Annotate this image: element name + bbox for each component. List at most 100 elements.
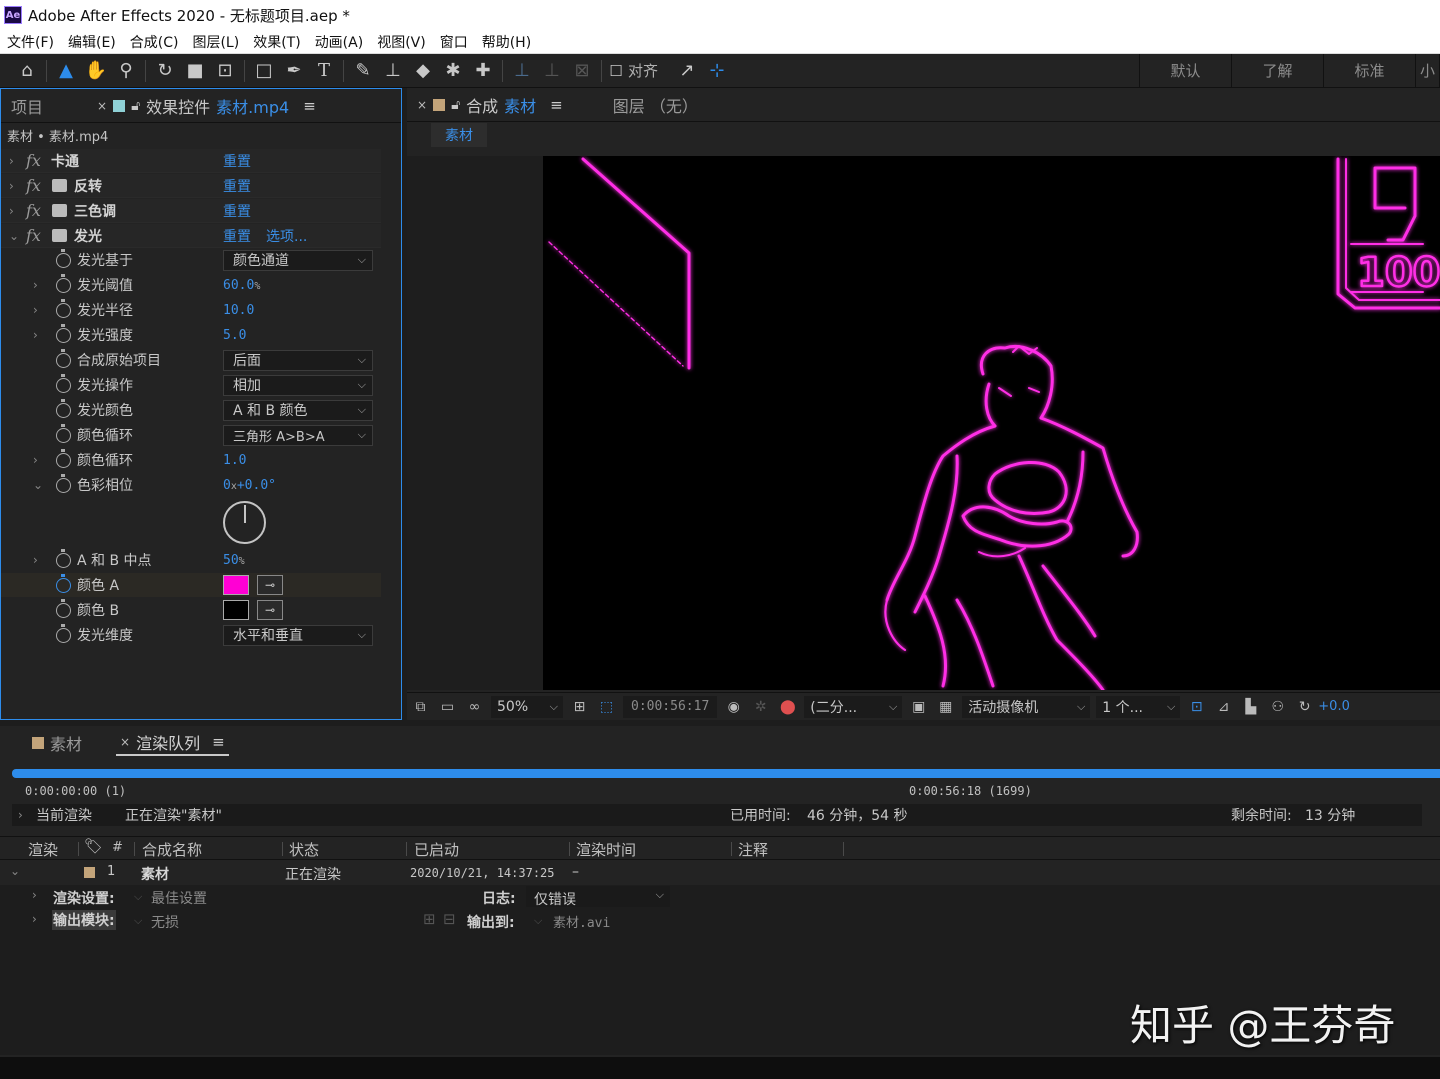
eyedropper-icon[interactable]: ⊸ bbox=[257, 575, 283, 595]
lock-icon[interactable]: 🔓︎ bbox=[451, 97, 460, 113]
chevron-down-icon[interactable]: ⌵ bbox=[534, 914, 542, 928]
rectangle-tool-icon[interactable]: □ bbox=[249, 56, 279, 86]
glow-intensity-value[interactable]: 5.0 bbox=[223, 328, 246, 343]
show-snapshot-icon[interactable]: ✲ bbox=[747, 699, 774, 715]
color-b-swatch[interactable] bbox=[223, 600, 249, 620]
type-tool-icon[interactable]: T bbox=[309, 56, 339, 86]
tab-layer[interactable]: 图层 （无） bbox=[603, 88, 708, 121]
reset-link[interactable]: 重置 bbox=[223, 151, 251, 171]
clone-stamp-tool-icon[interactable]: ⊥ bbox=[378, 56, 408, 86]
chevron-right-icon[interactable]: › bbox=[9, 154, 14, 168]
view-axis-icon[interactable]: ⊠ bbox=[567, 56, 597, 86]
stopwatch-icon[interactable] bbox=[56, 348, 71, 368]
panel-menu-icon[interactable]: ≡ bbox=[303, 97, 316, 115]
views-dropdown[interactable]: 1 个... ⌵ bbox=[1096, 695, 1181, 718]
tab-render-queue[interactable]: × 渲染队列 ≡ bbox=[116, 730, 229, 756]
fx-icon[interactable]: fx bbox=[26, 176, 41, 195]
menu-help[interactable]: 帮助(H) bbox=[475, 32, 538, 52]
chevron-right-icon[interactable]: › bbox=[33, 303, 38, 317]
align-checkbox-icon[interactable]: ☐ bbox=[606, 56, 626, 86]
comp-viewer[interactable]: 100 bbox=[407, 156, 1440, 690]
panel-menu-icon[interactable]: ≡ bbox=[550, 96, 563, 114]
tab-project[interactable]: 项目 bbox=[1, 89, 53, 122]
options-link[interactable]: 选项... bbox=[266, 226, 307, 246]
channel-icon[interactable]: ⬤ bbox=[774, 699, 801, 715]
chevron-down-icon[interactable]: ⌄ bbox=[10, 864, 20, 878]
glow-based-on-dropdown[interactable]: 颜色通道 ⌵ bbox=[223, 249, 373, 271]
timeline-icon[interactable]: ▙ bbox=[1237, 699, 1264, 715]
menu-edit[interactable]: 编辑(E) bbox=[61, 32, 123, 52]
snapshot-icon[interactable]: ◉ bbox=[720, 699, 747, 715]
zoom-dropdown[interactable]: 50% ⌵ bbox=[491, 695, 563, 718]
color-a-swatch[interactable] bbox=[223, 575, 249, 595]
workspace-default[interactable]: 默认 bbox=[1140, 54, 1232, 87]
chevron-right-icon[interactable]: › bbox=[32, 912, 37, 926]
puppet-pin-tool-icon[interactable]: ✚ bbox=[468, 56, 498, 86]
column-number[interactable]: # bbox=[112, 840, 123, 855]
color-looping-dropdown[interactable]: 三角形 A>B>A ⌵ bbox=[223, 424, 373, 446]
camera-tool-icon[interactable]: ■ bbox=[180, 56, 210, 86]
chevron-down-icon[interactable]: ⌄ bbox=[33, 478, 43, 492]
fx-icon[interactable]: fx bbox=[26, 201, 41, 220]
home-icon[interactable]: ⌂ bbox=[12, 56, 42, 86]
menu-layer[interactable]: 图层(L) bbox=[185, 32, 246, 52]
eyedropper-icon[interactable]: ⊸ bbox=[257, 600, 283, 620]
menu-window[interactable]: 窗口 bbox=[433, 32, 475, 52]
glow-dimensions-dropdown[interactable]: 水平和垂直 ⌵ bbox=[223, 624, 373, 646]
menu-view[interactable]: 视图(V) bbox=[370, 32, 433, 52]
output-to-value[interactable]: 素材.avi bbox=[553, 912, 610, 931]
close-icon[interactable]: × bbox=[120, 735, 130, 749]
chevron-right-icon[interactable]: › bbox=[9, 204, 14, 218]
reset-link[interactable]: 重置 bbox=[223, 226, 251, 246]
stopwatch-icon[interactable] bbox=[56, 423, 71, 443]
glow-threshold-value[interactable]: 60.0% bbox=[223, 278, 260, 293]
snapping-options-icon[interactable]: ⊹ bbox=[702, 56, 732, 86]
tab-comp-timeline[interactable]: 素材 bbox=[22, 726, 92, 760]
rotate-tool-icon[interactable]: ↻ bbox=[150, 56, 180, 86]
glow-colors-dropdown[interactable]: A 和 B 颜色 ⌵ bbox=[223, 399, 373, 421]
ab-midpoint-value[interactable]: 50% bbox=[223, 553, 245, 568]
effect-row-invert[interactable]: › fx 反转 重置 bbox=[1, 174, 381, 198]
stopwatch-icon[interactable] bbox=[56, 323, 71, 343]
roto-brush-tool-icon[interactable]: ✱ bbox=[438, 56, 468, 86]
always-preview-icon[interactable]: ⧉ bbox=[407, 699, 434, 715]
close-icon[interactable]: × bbox=[417, 98, 427, 112]
column-comment[interactable]: 注释 bbox=[738, 839, 768, 860]
stopwatch-icon[interactable] bbox=[56, 448, 71, 468]
checkerboard-icon[interactable]: ▦ bbox=[932, 699, 959, 715]
chevron-down-icon[interactable]: ⌵ bbox=[134, 890, 142, 904]
region-of-interest-icon[interactable]: ▣ bbox=[905, 699, 932, 715]
workspace-small[interactable]: 小 bbox=[1416, 54, 1440, 87]
stopwatch-icon[interactable] bbox=[56, 473, 71, 493]
panel-menu-icon[interactable]: ≡ bbox=[212, 733, 225, 751]
lock-icon[interactable]: 🔓︎ bbox=[131, 98, 140, 114]
stopwatch-icon[interactable] bbox=[56, 273, 71, 293]
log-dropdown[interactable]: 仅错误 ⌵ bbox=[526, 886, 670, 908]
camera-dropdown[interactable]: 活动摄像机 ⌵ bbox=[962, 695, 1091, 718]
label-tag-icon[interactable]: 🏷︎ bbox=[84, 837, 103, 855]
exposure-value[interactable]: +0.0 bbox=[1318, 699, 1350, 714]
effect-row-tritone[interactable]: › fx 三色调 重置 bbox=[1, 199, 381, 223]
menu-animation[interactable]: 动画(A) bbox=[308, 32, 371, 52]
workspace-standard[interactable]: 标准 bbox=[1324, 54, 1416, 87]
render-settings-value[interactable]: 最佳设置 bbox=[151, 888, 207, 908]
selection-tool-icon[interactable]: ▲ bbox=[51, 56, 81, 86]
menu-effect[interactable]: 效果(T) bbox=[246, 32, 307, 52]
column-render[interactable]: 渲染 bbox=[28, 839, 58, 860]
color-phase-dial[interactable] bbox=[223, 501, 266, 544]
fx-icon[interactable]: fx bbox=[26, 151, 41, 170]
toggle-pixel-aspect-icon[interactable]: ⊡ bbox=[1183, 699, 1210, 715]
stopwatch-icon[interactable] bbox=[56, 548, 71, 568]
stopwatch-icon[interactable] bbox=[56, 598, 71, 618]
tab-effect-controls[interactable]: × 🔓︎ 效果控件 素材.mp4 ≡ bbox=[87, 89, 326, 122]
render-queue-item[interactable]: ⌄ 1 素材 正在渲染 2020/10/21, 14:37:25 – bbox=[0, 861, 1440, 885]
column-status[interactable]: 状态 bbox=[289, 839, 319, 860]
chevron-right-icon[interactable]: › bbox=[33, 278, 38, 292]
fx-icon[interactable]: fx bbox=[26, 226, 41, 245]
chevron-right-icon[interactable]: › bbox=[33, 553, 38, 567]
eraser-tool-icon[interactable]: ◆ bbox=[408, 56, 438, 86]
world-axis-icon[interactable]: ⊥ bbox=[537, 56, 567, 86]
chevron-right-icon[interactable]: › bbox=[9, 179, 14, 193]
output-module-value[interactable]: 无损 bbox=[151, 912, 179, 932]
chevron-right-icon[interactable]: › bbox=[18, 808, 23, 822]
